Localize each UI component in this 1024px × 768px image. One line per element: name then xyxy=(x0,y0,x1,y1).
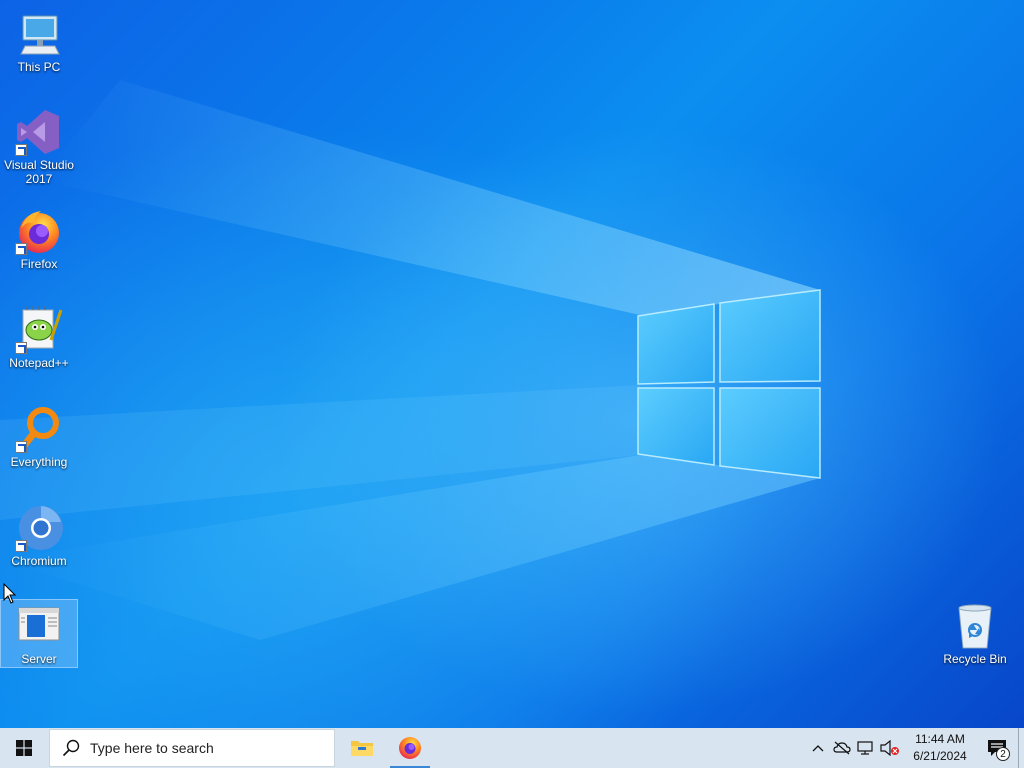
file-explorer-icon xyxy=(351,741,373,756)
start-button[interactable] xyxy=(0,728,48,768)
desktop-icon-label: Everything xyxy=(10,455,68,469)
volume-muted-icon xyxy=(880,740,899,756)
desktop-icon-label: Visual Studio 2017 xyxy=(4,158,74,186)
desktop-icon-everything[interactable]: Everything xyxy=(1,403,77,473)
shortcut-arrow-icon xyxy=(15,441,27,453)
windows-start-icon xyxy=(16,740,32,756)
windows-logo-wallpaper-icon xyxy=(637,289,821,479)
show-hidden-icons-button[interactable] xyxy=(806,728,830,768)
desktop-icon-label: Chromium xyxy=(11,554,67,568)
taskbar: Type here to search 11:44 AM 6/21/2024 2 xyxy=(0,728,1024,768)
desktop-icon-label: Notepad++ xyxy=(9,356,69,370)
shortcut-arrow-icon xyxy=(15,540,27,552)
clock-date: 6/21/2024 xyxy=(913,749,967,763)
server-window-icon xyxy=(18,607,60,641)
taskbar-clock[interactable]: 11:44 AM 6/21/2024 xyxy=(904,731,976,765)
desktop-icon-firefox[interactable]: Firefox xyxy=(1,205,77,275)
desktop-icon-label: This PC xyxy=(17,60,61,74)
recycle-bin-icon xyxy=(958,604,992,649)
onedrive-offline-icon xyxy=(833,741,851,755)
notification-count-badge: 2 xyxy=(996,747,1010,761)
network-icon xyxy=(857,741,873,755)
desktop-icon-visual-studio-2017[interactable]: Visual Studio 2017 xyxy=(1,106,77,190)
network-tray-button[interactable] xyxy=(854,728,878,768)
system-tray: 11:44 AM 6/21/2024 2 xyxy=(806,728,1024,768)
volume-tray-button[interactable] xyxy=(878,728,902,768)
desktop-icon-notepad-plus-plus[interactable]: Notepad++ xyxy=(1,304,77,374)
shortcut-arrow-icon xyxy=(15,144,27,156)
taskbar-firefox-button[interactable] xyxy=(386,728,434,768)
desktop-icon-label: Firefox xyxy=(20,257,58,271)
shortcut-arrow-icon xyxy=(15,342,27,354)
desktop-icon-chromium[interactable]: Chromium xyxy=(1,502,77,572)
search-icon xyxy=(62,739,80,757)
desktop-icon-recycle-bin[interactable]: Recycle Bin xyxy=(937,600,1013,670)
clock-time: 11:44 AM xyxy=(915,732,965,746)
action-center-button[interactable]: 2 xyxy=(976,728,1018,768)
taskbar-file-explorer-button[interactable] xyxy=(338,728,386,768)
mouse-cursor-icon xyxy=(3,583,17,604)
firefox-icon xyxy=(399,737,421,759)
taskbar-search-box[interactable]: Type here to search xyxy=(49,729,335,767)
desktop-icon-server[interactable]: Server xyxy=(0,599,78,668)
search-placeholder: Type here to search xyxy=(90,740,214,756)
desktop-icon-label: Recycle Bin xyxy=(943,652,1007,666)
onedrive-tray-button[interactable] xyxy=(830,728,854,768)
desktop-icon-this-pc[interactable]: This PC xyxy=(1,8,77,78)
desktop-wallpaper[interactable]: This PC Visual Studio 2017 Firefox Notep… xyxy=(0,0,1024,728)
wallpaper-light-beams xyxy=(0,80,820,640)
this-pc-icon xyxy=(20,15,60,55)
show-desktop-button[interactable] xyxy=(1018,728,1024,768)
shortcut-arrow-icon xyxy=(15,243,27,255)
chevron-up-icon xyxy=(812,745,824,752)
desktop-icon-label: Server xyxy=(21,652,57,666)
